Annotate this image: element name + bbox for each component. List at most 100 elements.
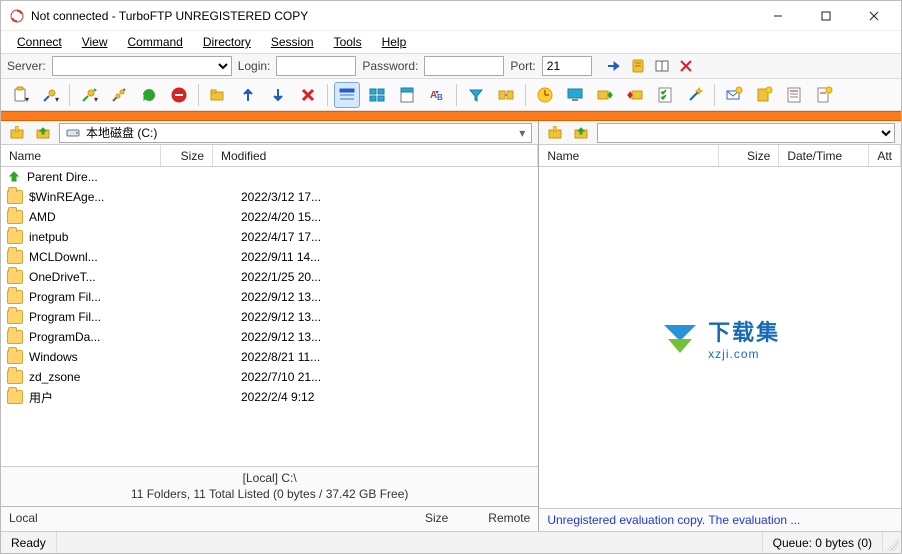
local-path-combo[interactable]: 本地磁盘 (C:) ▾ (59, 123, 532, 143)
connect-plug-icon[interactable]: ▾ (37, 82, 63, 108)
remote-bookmark-folder-icon[interactable] (545, 123, 565, 143)
file-row[interactable]: OneDriveT...2022/1/25 20... (1, 267, 538, 287)
new-task-icon[interactable] (751, 82, 777, 108)
local-footer-stats: 11 Folders, 11 Total Listed (0 bytes / 3… (9, 487, 530, 503)
folder-icon (7, 230, 23, 244)
sync-out-icon[interactable] (592, 82, 618, 108)
drive-icon (66, 126, 80, 140)
new-message-icon[interactable] (721, 82, 747, 108)
download-icon[interactable] (265, 82, 291, 108)
local-footer: [Local] C:\ 11 Folders, 11 Total Listed … (1, 466, 538, 506)
maximize-button[interactable] (803, 2, 849, 30)
panels: 本地磁盘 (C:) ▾ Name Size Modified Parent Di… (1, 121, 901, 531)
local-file-list[interactable]: Parent Dire... $WinREAge...2022/3/12 17.… (1, 167, 538, 466)
monitor-icon[interactable] (562, 82, 588, 108)
evaluation-message: Unregistered evaluation copy. The evalua… (539, 508, 901, 531)
col-remote-name[interactable]: Name (539, 145, 719, 166)
menu-tools[interactable]: Tools (326, 33, 370, 51)
upload-icon[interactable] (235, 82, 261, 108)
menu-command[interactable]: Command (120, 33, 191, 51)
file-name: AMD (29, 210, 177, 224)
bookmark-folder-icon[interactable] (7, 123, 27, 143)
file-row[interactable]: ProgramDa...2022/9/12 13... (1, 327, 538, 347)
parent-dir-row[interactable]: Parent Dire... (1, 167, 538, 187)
compare-icon[interactable] (493, 82, 519, 108)
close-button[interactable] (851, 2, 897, 30)
go-connect-icon[interactable] (604, 56, 624, 76)
menu-view[interactable]: View (74, 33, 116, 51)
queue-header: Local Size Remote (1, 506, 538, 531)
col-remote-size[interactable]: Size (719, 145, 779, 166)
file-row[interactable]: AMD 2022/4/20 15... (1, 207, 538, 227)
remote-panel: Name Size Date/Time Att 下载集 xzji.com (539, 121, 901, 531)
address-book-icon[interactable] (628, 56, 648, 76)
menu-connect[interactable]: Connect (9, 33, 70, 51)
delete-x-icon[interactable] (676, 56, 696, 76)
checklist-icon[interactable] (652, 82, 678, 108)
file-modified: 2022/4/20 15... (235, 210, 532, 224)
remote-file-list[interactable]: 下载集 xzji.com (539, 167, 901, 508)
queue-col-remote[interactable]: Remote (488, 511, 530, 527)
rename-icon[interactable]: AB (424, 82, 450, 108)
schedule-clock-icon[interactable] (532, 82, 558, 108)
disconnect-icon[interactable] (106, 82, 132, 108)
file-row[interactable]: MCLDownl...2022/9/11 14... (1, 247, 538, 267)
connection-bar: Server: Login: Password: Port: (1, 53, 901, 79)
log-icon[interactable] (781, 82, 807, 108)
watermark-title: 下载集 (708, 315, 780, 347)
col-remote-datetime[interactable]: Date/Time (779, 145, 869, 166)
col-local-modified[interactable]: Modified (213, 145, 538, 166)
file-row[interactable]: Program Fil...2022/9/12 13... (1, 287, 538, 307)
login-input[interactable] (276, 56, 356, 76)
port-input[interactable] (542, 56, 592, 76)
queue-col-local[interactable]: Local (9, 511, 38, 527)
window-title: Not connected - TurboFTP UNREGISTERED CO… (31, 9, 308, 23)
file-name: inetpub (29, 230, 177, 244)
resize-grip-icon[interactable] (883, 535, 899, 551)
wand-icon[interactable] (682, 82, 708, 108)
sync-in-icon[interactable] (622, 82, 648, 108)
file-row[interactable]: Windows2022/8/21 11... (1, 347, 538, 367)
details-view-icon[interactable] (334, 82, 360, 108)
file-row[interactable]: inetpub2022/4/17 17... (1, 227, 538, 247)
up-folder-icon[interactable] (33, 123, 53, 143)
watermark: 下载集 xzji.com (660, 315, 780, 361)
file-row[interactable]: Program Fil...2022/9/12 13... (1, 307, 538, 327)
new-log-icon[interactable] (811, 82, 837, 108)
delete-file-icon[interactable] (295, 82, 321, 108)
list-view-icon[interactable] (364, 82, 390, 108)
app-icon (9, 8, 25, 24)
remote-up-folder-icon[interactable] (571, 123, 591, 143)
clipboard-icon[interactable]: ▾ (7, 82, 33, 108)
password-label: Password: (362, 59, 418, 73)
open-book-icon[interactable] (652, 56, 672, 76)
new-folder-icon[interactable] (205, 82, 231, 108)
statusbar: Ready Queue: 0 bytes (0) (1, 531, 901, 553)
queue-col-size[interactable]: Size (425, 511, 448, 527)
menu-session[interactable]: Session (263, 33, 322, 51)
folder-icon (7, 370, 23, 384)
file-modified: 2022/9/12 13... (235, 310, 532, 324)
filter-icon[interactable] (463, 82, 489, 108)
abort-icon[interactable] (166, 82, 192, 108)
parent-up-icon (7, 170, 21, 184)
file-row[interactable]: 用户2022/2/4 9:12 (1, 387, 538, 407)
file-name: 用户 (29, 389, 177, 406)
col-remote-attr[interactable]: Att (869, 145, 901, 166)
folder-icon (7, 310, 23, 324)
folder-icon (7, 250, 23, 264)
file-modified: 2022/9/11 14... (235, 250, 532, 264)
col-local-name[interactable]: Name (1, 145, 161, 166)
quick-connect-icon[interactable]: ▾ (76, 82, 102, 108)
file-row[interactable]: zd_zsone2022/7/10 21... (1, 367, 538, 387)
password-input[interactable] (424, 56, 504, 76)
properties-icon[interactable] (394, 82, 420, 108)
remote-path-combo[interactable] (597, 123, 895, 143)
col-local-size[interactable]: Size (161, 145, 213, 166)
file-row[interactable]: $WinREAge...2022/3/12 17... (1, 187, 538, 207)
menu-directory[interactable]: Directory (195, 33, 259, 51)
server-select[interactable] (52, 56, 232, 76)
reconnect-icon[interactable] (136, 82, 162, 108)
menu-help[interactable]: Help (374, 33, 415, 51)
minimize-button[interactable] (755, 2, 801, 30)
